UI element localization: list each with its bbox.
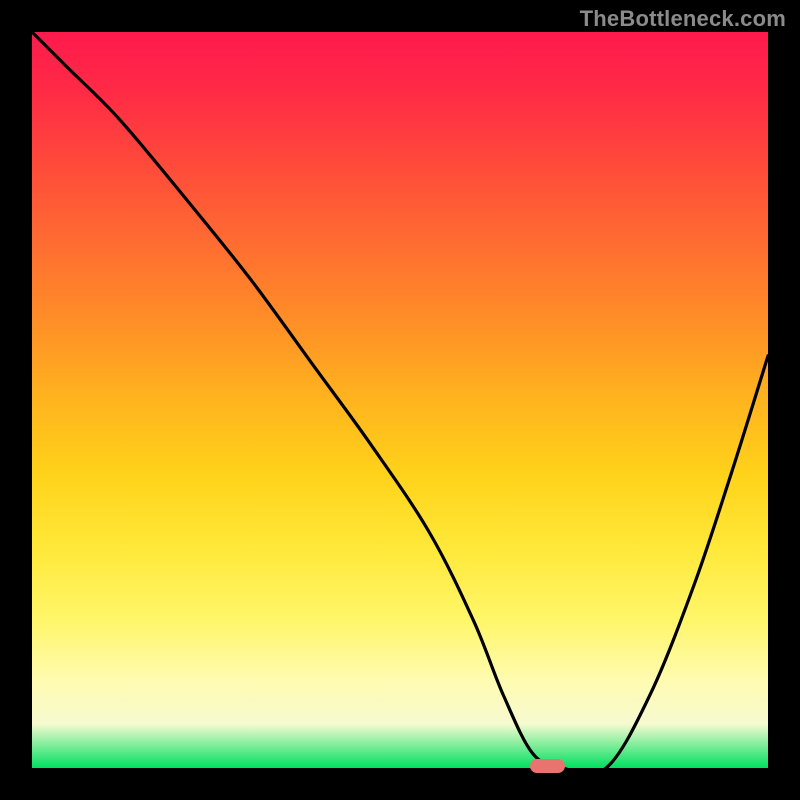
plot-area (32, 32, 768, 768)
watermark-text: TheBottleneck.com (580, 6, 786, 32)
chart-frame: TheBottleneck.com (0, 0, 800, 800)
optimal-marker (530, 759, 565, 773)
